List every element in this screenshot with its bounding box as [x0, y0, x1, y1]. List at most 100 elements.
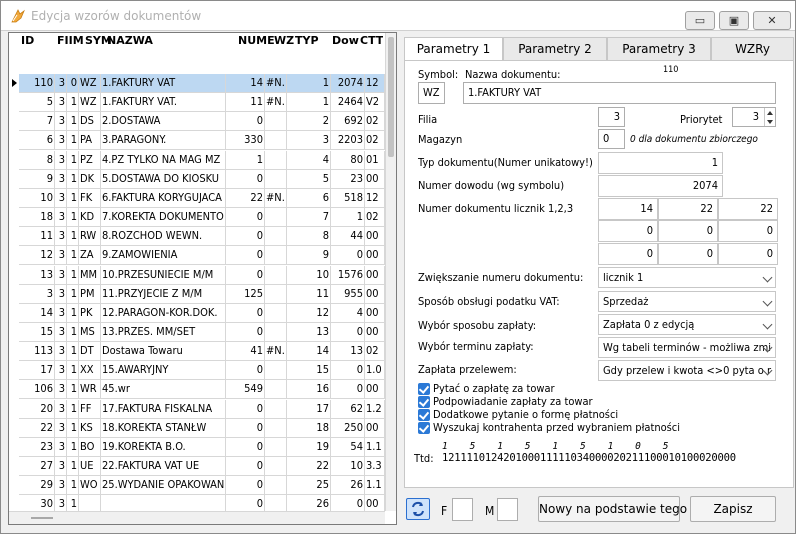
cell-nume: 0: [226, 246, 265, 265]
col-typ[interactable]: TYP: [295, 34, 319, 47]
table-row[interactable]: 5 3 1 WZ 1.FAKTURY VAT. 11 #N. 1 2464 V2: [19, 93, 385, 112]
cell-sym: BO: [79, 438, 101, 457]
table-row[interactable]: 12 3 1 ZA 9.ZAMOWIENIA 0 9 0 00: [19, 246, 385, 265]
grid-horizontal-scrollbar[interactable]: [9, 511, 385, 524]
licznik-2-3[interactable]: 0: [718, 220, 778, 242]
grid-vertical-scrollbar[interactable]: [385, 33, 396, 511]
close-button[interactable]: ✕: [753, 11, 791, 30]
zwiekszanie-select[interactable]: licznik 1: [598, 267, 776, 288]
typ-field[interactable]: 1: [598, 152, 723, 174]
cell-nazwa: 15.AWARYJNY: [101, 361, 226, 380]
numer-dowodu-field[interactable]: 2074: [598, 175, 723, 197]
table-row[interactable]: 14 3 1 PK 12.PARAGON-KOR.DOK. 0 12 4 00: [19, 304, 385, 323]
col-fiim[interactable]: FIIM: [57, 34, 84, 47]
table-row[interactable]: 22 3 1 KS 18.KOREKTA STANŁW 0 18 250 00: [19, 419, 385, 438]
table-row[interactable]: 23 3 1 BO 19.KOREKTA B.O. 0 19 54 1.1: [19, 438, 385, 457]
m-field[interactable]: [497, 498, 518, 521]
vertical-scroll-thumb[interactable]: [388, 37, 394, 157]
tab-parametry-3[interactable]: Parametry 3: [607, 37, 711, 61]
zwiekszanie-value: licznik 1: [603, 271, 644, 284]
cell-typ: 4: [287, 151, 331, 170]
licznik-1-3[interactable]: 22: [718, 198, 778, 220]
filia-label: Filia: [418, 113, 438, 126]
cell-id: 22: [19, 419, 55, 438]
table-row[interactable]: 7 3 1 DS 2.DOSTAWA 0 2 692 02: [19, 112, 385, 131]
col-nume[interactable]: NUME: [238, 34, 275, 47]
cell-nazwa: 10.PRZESUNIECIE M/M: [101, 266, 226, 285]
current-row-indicator: [9, 74, 19, 92]
table-row[interactable]: 9 3 1 DK 5.DOSTAWA DO KIOSKU 0 5 23 00: [19, 170, 385, 189]
cell-dow: 0: [331, 380, 365, 399]
horizontal-scroll-thumb[interactable]: [31, 517, 53, 519]
table-row[interactable]: 18 3 1 KD 7.KOREKTA DOKUMENTO 0 7 1 02: [19, 208, 385, 227]
table-row[interactable]: 27 3 1 UE 22.FAKTURA VAT UE 0 22 10 3.3: [19, 457, 385, 476]
przelew-select[interactable]: Gdy przelew i kwota <>0 pyta o r: [598, 360, 776, 381]
refresh-button[interactable]: [406, 498, 430, 520]
filia-field[interactable]: 3: [598, 107, 625, 127]
cell-nume: 22: [226, 189, 265, 208]
table-row[interactable]: 3 3 1 PM 11.PRZYJECIE Z M/M 125 11 955 00: [19, 285, 385, 304]
restore-button[interactable]: ▣: [719, 11, 749, 30]
cell-wz: #N.: [265, 189, 287, 208]
cell-nazwa: 25.WYDANIE OPAKOWAN: [101, 476, 226, 495]
table-row[interactable]: 13 3 1 MM 10.PRZESUNIECIE M/M 0 10 1576 00: [19, 266, 385, 285]
col-dow[interactable]: Dow: [332, 34, 359, 47]
wybor-terminu-select[interactable]: Wg tabeli terminów - możliwa zmi: [598, 337, 776, 358]
col-id[interactable]: ID: [21, 34, 34, 47]
table-row[interactable]: 8 3 1 PZ 4.PZ TYLKO NA MAG MZ 1 4 80 01: [19, 151, 385, 170]
vat-select[interactable]: Sprzedaż: [598, 291, 776, 312]
checkbox-podpowiadanie[interactable]: [418, 396, 430, 408]
table-row[interactable]: 11 3 1 RW 8.ROZCHOD WEWN. 0 8 44 00: [19, 227, 385, 246]
licznik-1-1[interactable]: 14: [598, 198, 658, 220]
cell-f: 3: [55, 93, 67, 112]
table-row[interactable]: 20 3 1 FF 17.FAKTURA FISKALNA 0 17 62 1.2: [19, 400, 385, 419]
nowy-na-podstawie-button[interactable]: Nowy na podstawie tego: [538, 496, 687, 522]
ttd-value[interactable]: 1211110124201000111110340000202111000101…: [442, 452, 736, 464]
nazwa-field[interactable]: 1.FAKTURY VAT: [463, 82, 776, 104]
tab-parametry-1[interactable]: Parametry 1: [404, 37, 503, 62]
licznik-2-1[interactable]: 0: [598, 220, 658, 242]
cell-dow: 80: [331, 151, 365, 170]
cell-nume: 330: [226, 131, 265, 150]
cell-wz: [265, 227, 287, 246]
cell-typ: 12: [287, 304, 331, 323]
cell-dow: 23: [331, 170, 365, 189]
table-row[interactable]: 113 3 1 DT Dostawa Towaru 41 #N. 14 13 02: [19, 342, 385, 361]
cell-f: 3: [55, 476, 67, 495]
minimize-button[interactable]: ▭: [685, 11, 715, 30]
licznik-2-2[interactable]: 0: [658, 220, 718, 242]
f-field[interactable]: [452, 498, 473, 521]
symbol-field[interactable]: WZ: [418, 82, 445, 104]
cell-i: 1: [67, 457, 79, 476]
documents-grid[interactable]: ID FIIM SYM NAZWA NUME WZ TYP Dow CTT 11…: [8, 32, 397, 525]
magazyn-field[interactable]: 0: [598, 129, 625, 149]
zapisz-button[interactable]: Zapisz: [690, 496, 776, 522]
spin-down-icon[interactable]: [767, 120, 773, 124]
priorytet-spinner[interactable]: 3: [732, 107, 776, 127]
table-row[interactable]: 15 3 1 MS 13.PRZES. MM/SET 0 13 0 00: [19, 323, 385, 342]
licznik-3-3[interactable]: 0: [718, 243, 778, 265]
tab-parametry-2[interactable]: Parametry 2: [503, 37, 607, 61]
table-row[interactable]: 6 3 1 PA 3.PARAGONY. 330 3 2203 02: [19, 131, 385, 150]
licznik-3-2[interactable]: 0: [658, 243, 718, 265]
checkbox-wyszukaj[interactable]: [418, 422, 430, 434]
wybor-sposobu-select[interactable]: Zapłata 0 z edycją: [598, 314, 776, 335]
table-row[interactable]: 29 3 1 WO 25.WYDANIE OPAKOWAN 0 25 26 1.1: [19, 476, 385, 495]
spinner-arrows[interactable]: [764, 108, 775, 126]
table-row[interactable]: 10 3 1 FK 6.FAKTURA KORYGUJACA 22 #N. 6 518 12: [19, 189, 385, 208]
checkbox-podpowiadanie-label: Podpowiadanie zapłaty za towar: [433, 395, 593, 408]
col-wz[interactable]: WZ: [274, 34, 294, 47]
table-row[interactable]: 110 3 0 WZ 1.FAKTURY VAT 14 #N. 1 2074 12: [19, 74, 385, 93]
checkbox-pytac[interactable]: [418, 383, 430, 395]
licznik-1-2[interactable]: 22: [658, 198, 718, 220]
table-row[interactable]: 17 3 1 XX 15.AWARYJNY 0 15 0 1.0: [19, 361, 385, 380]
checkbox-dodatkowe[interactable]: [418, 409, 430, 421]
col-ctt[interactable]: CTT: [360, 34, 383, 47]
cell-nazwa: 1.FAKTURY VAT.: [101, 93, 226, 112]
tab-wzry[interactable]: WZRy: [711, 37, 794, 61]
table-row[interactable]: 106 3 1 WR 45.wr 549 16 0 00: [19, 380, 385, 399]
col-nazwa[interactable]: NAZWA: [107, 34, 153, 47]
spin-up-icon[interactable]: [767, 111, 773, 115]
cell-i: 1: [67, 380, 79, 399]
licznik-3-1[interactable]: 0: [598, 243, 658, 265]
